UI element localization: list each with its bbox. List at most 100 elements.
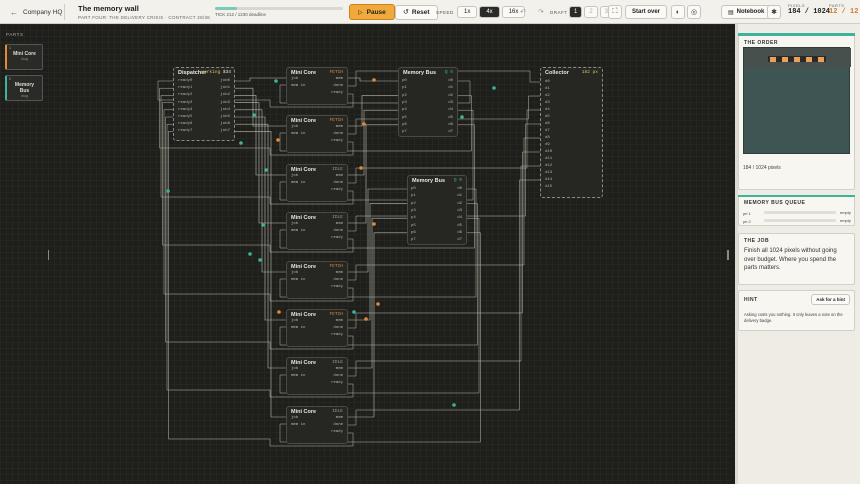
job-text: Finish all 1024 pixels without going ove…	[744, 248, 837, 271]
signal-dot	[359, 166, 363, 170]
signal-dot	[376, 302, 380, 306]
output-port-label: d1	[457, 194, 462, 199]
output-port-label: ready	[330, 285, 343, 289]
node-title: Memory Bus	[403, 70, 437, 76]
notebook-button[interactable]: ▤ Notebook	[721, 5, 772, 19]
input-port-label: p3	[411, 208, 416, 213]
node-title: Collector	[545, 70, 569, 76]
input-port-label: d15	[545, 185, 553, 189]
signal-dot	[362, 122, 366, 126]
mem-wire[interactable]	[348, 124, 398, 224]
input-port-label: job	[291, 222, 299, 226]
input-port-label: p7	[402, 130, 407, 135]
back-link[interactable]: ← Company HQ	[10, 4, 62, 21]
start-over-button[interactable]: Start over	[625, 5, 668, 19]
output-port-label: d5	[457, 223, 462, 228]
node-status: Q 0	[453, 178, 462, 183]
job-wire[interactable]	[235, 116, 286, 321]
pause-button[interactable]: ▷ Pause	[349, 4, 395, 20]
signal-dot	[274, 79, 278, 83]
circuit-canvas[interactable]: PARTS 1 Mini Core drag 2 Memory Bus drag…	[0, 24, 731, 484]
input-port-label: ready6	[178, 122, 193, 127]
globe-icon[interactable]: ◎	[687, 5, 701, 19]
draft-2-button[interactable]: 2	[584, 6, 598, 18]
resize-handle-left[interactable]	[48, 250, 49, 260]
redo-icon[interactable]: ↷	[538, 8, 544, 16]
job-wire[interactable]	[235, 95, 286, 176]
part-mini-core[interactable]: 1 Mini Core drag	[5, 44, 43, 70]
resize-handle-right[interactable]	[727, 250, 729, 260]
output-port-label: job5	[220, 115, 230, 119]
node-title: Mini Core	[291, 215, 317, 221]
signal-dot	[258, 258, 262, 262]
hint-card: HINT Ask for a hint Asking costs you not…	[738, 290, 855, 331]
input-port-label: ready7	[178, 129, 193, 134]
speed-4x-button[interactable]: 4x	[479, 6, 500, 18]
collector-node[interactable]: Collector 182 px d0 d1 d2 d3 d4 d5 d6 d7 d8 d9 d10…	[540, 67, 603, 198]
mini-core-node[interactable]: Mini Core FETCH job mem in mem done ready	[286, 309, 348, 347]
node-title: Mini Core	[291, 264, 317, 270]
job-wire[interactable]	[235, 131, 286, 418]
parts-value: 12 / 12	[829, 8, 859, 16]
output-port-label: done	[333, 326, 343, 330]
output-port-label: d6	[457, 230, 462, 235]
top-bar: ← Company HQ The memory wall PART FOUR: …	[0, 0, 860, 24]
fullscreen-icon[interactable]: ⛶	[608, 5, 622, 19]
mini-core-node[interactable]: Mini Core FETCH job mem in mem done ready	[286, 67, 348, 105]
memory-bus-node[interactable]: Memory Bus Q 0 p0 p1 p2 p3 p4 p5 p6 p7 d0 d1 d2 d3 d4 d…	[407, 175, 467, 245]
dispatcher-node[interactable]: Dispatcher working $34 ready0 ready1 ready…	[173, 67, 235, 141]
mini-core-node[interactable]: Mini Core FETCH job mem in mem done ready	[286, 115, 348, 153]
output-port-label: d2	[457, 201, 462, 206]
output-port-label: mem	[335, 367, 343, 371]
settings-icon[interactable]: ✱	[767, 5, 781, 19]
output-port-label: job3	[220, 100, 230, 105]
input-port-label: ready2	[178, 93, 193, 98]
part-memory-bus[interactable]: 2 Memory Bus drag	[5, 75, 43, 101]
memory-bus-node[interactable]: Memory Bus Q 0 p0 p1 p2 p3 p4 p5 p6 p7 d0 d1 d2 d3 d4 d…	[398, 67, 458, 137]
undo-icon[interactable]: ↶	[520, 8, 526, 16]
mini-core-node[interactable]: Mini Core IDLE job mem in mem done ready	[286, 406, 348, 444]
mini-core-node[interactable]: Mini Core IDLE job mem in mem done ready	[286, 164, 348, 202]
output-port-label: ready	[330, 381, 343, 385]
output-port-label: d1	[448, 86, 453, 91]
input-port-label: p0	[411, 187, 416, 191]
mini-core-node[interactable]: Mini Core FETCH job mem in mem done ready	[286, 261, 348, 299]
output-port-label: done	[333, 229, 343, 233]
mem-wire[interactable]	[348, 232, 407, 418]
mem-wire[interactable]	[348, 109, 398, 176]
draft-1-button[interactable]: 1	[569, 6, 583, 18]
contrast-icon[interactable]: ◐	[671, 5, 685, 19]
signal-dot	[372, 222, 376, 226]
input-port-label: d8	[545, 136, 550, 140]
mem-wire[interactable]	[348, 188, 407, 273]
tick-progress-bar	[215, 7, 343, 10]
queue-row-label: pri 1	[743, 211, 751, 216]
input-port-label: p1	[402, 86, 407, 91]
mini-core-node[interactable]: Mini Core IDLE job mem in mem done ready	[286, 357, 348, 395]
output-port-label: d7	[457, 238, 462, 243]
job-wire[interactable]	[235, 77, 286, 82]
mem-wire[interactable]	[348, 217, 407, 369]
ask-hint-button[interactable]: Ask for a hint	[811, 294, 850, 305]
job-wire[interactable]	[235, 102, 286, 224]
level-subtitle: PART FOUR: THE DELIVERY CRISIS · CONTRAC…	[78, 15, 211, 20]
input-port-label: d4	[545, 108, 550, 112]
output-port-label: job7	[220, 129, 230, 134]
arrow-left-icon: ←	[10, 8, 18, 17]
part-action: drag	[20, 94, 28, 98]
reset-button[interactable]: ↺ Reset	[395, 4, 438, 20]
speed-1x-button[interactable]: 1x	[457, 6, 478, 18]
job-wire[interactable]	[235, 109, 286, 273]
node-status: IDLE	[332, 409, 343, 414]
mini-core-node[interactable]: Mini Core IDLE job mem in mem done ready	[286, 212, 348, 250]
signal-dot	[352, 310, 356, 314]
output-port-label: ready	[330, 188, 343, 192]
input-port-label: p6	[402, 122, 407, 127]
node-status: FETCH	[329, 118, 343, 123]
notebook-label: Notebook	[736, 9, 765, 15]
book-icon: ▤	[728, 9, 734, 16]
input-port-label: p4	[402, 108, 407, 113]
mem-wire[interactable]	[348, 95, 398, 127]
output-port-label: ready	[330, 236, 343, 240]
job-wire[interactable]	[235, 123, 286, 369]
